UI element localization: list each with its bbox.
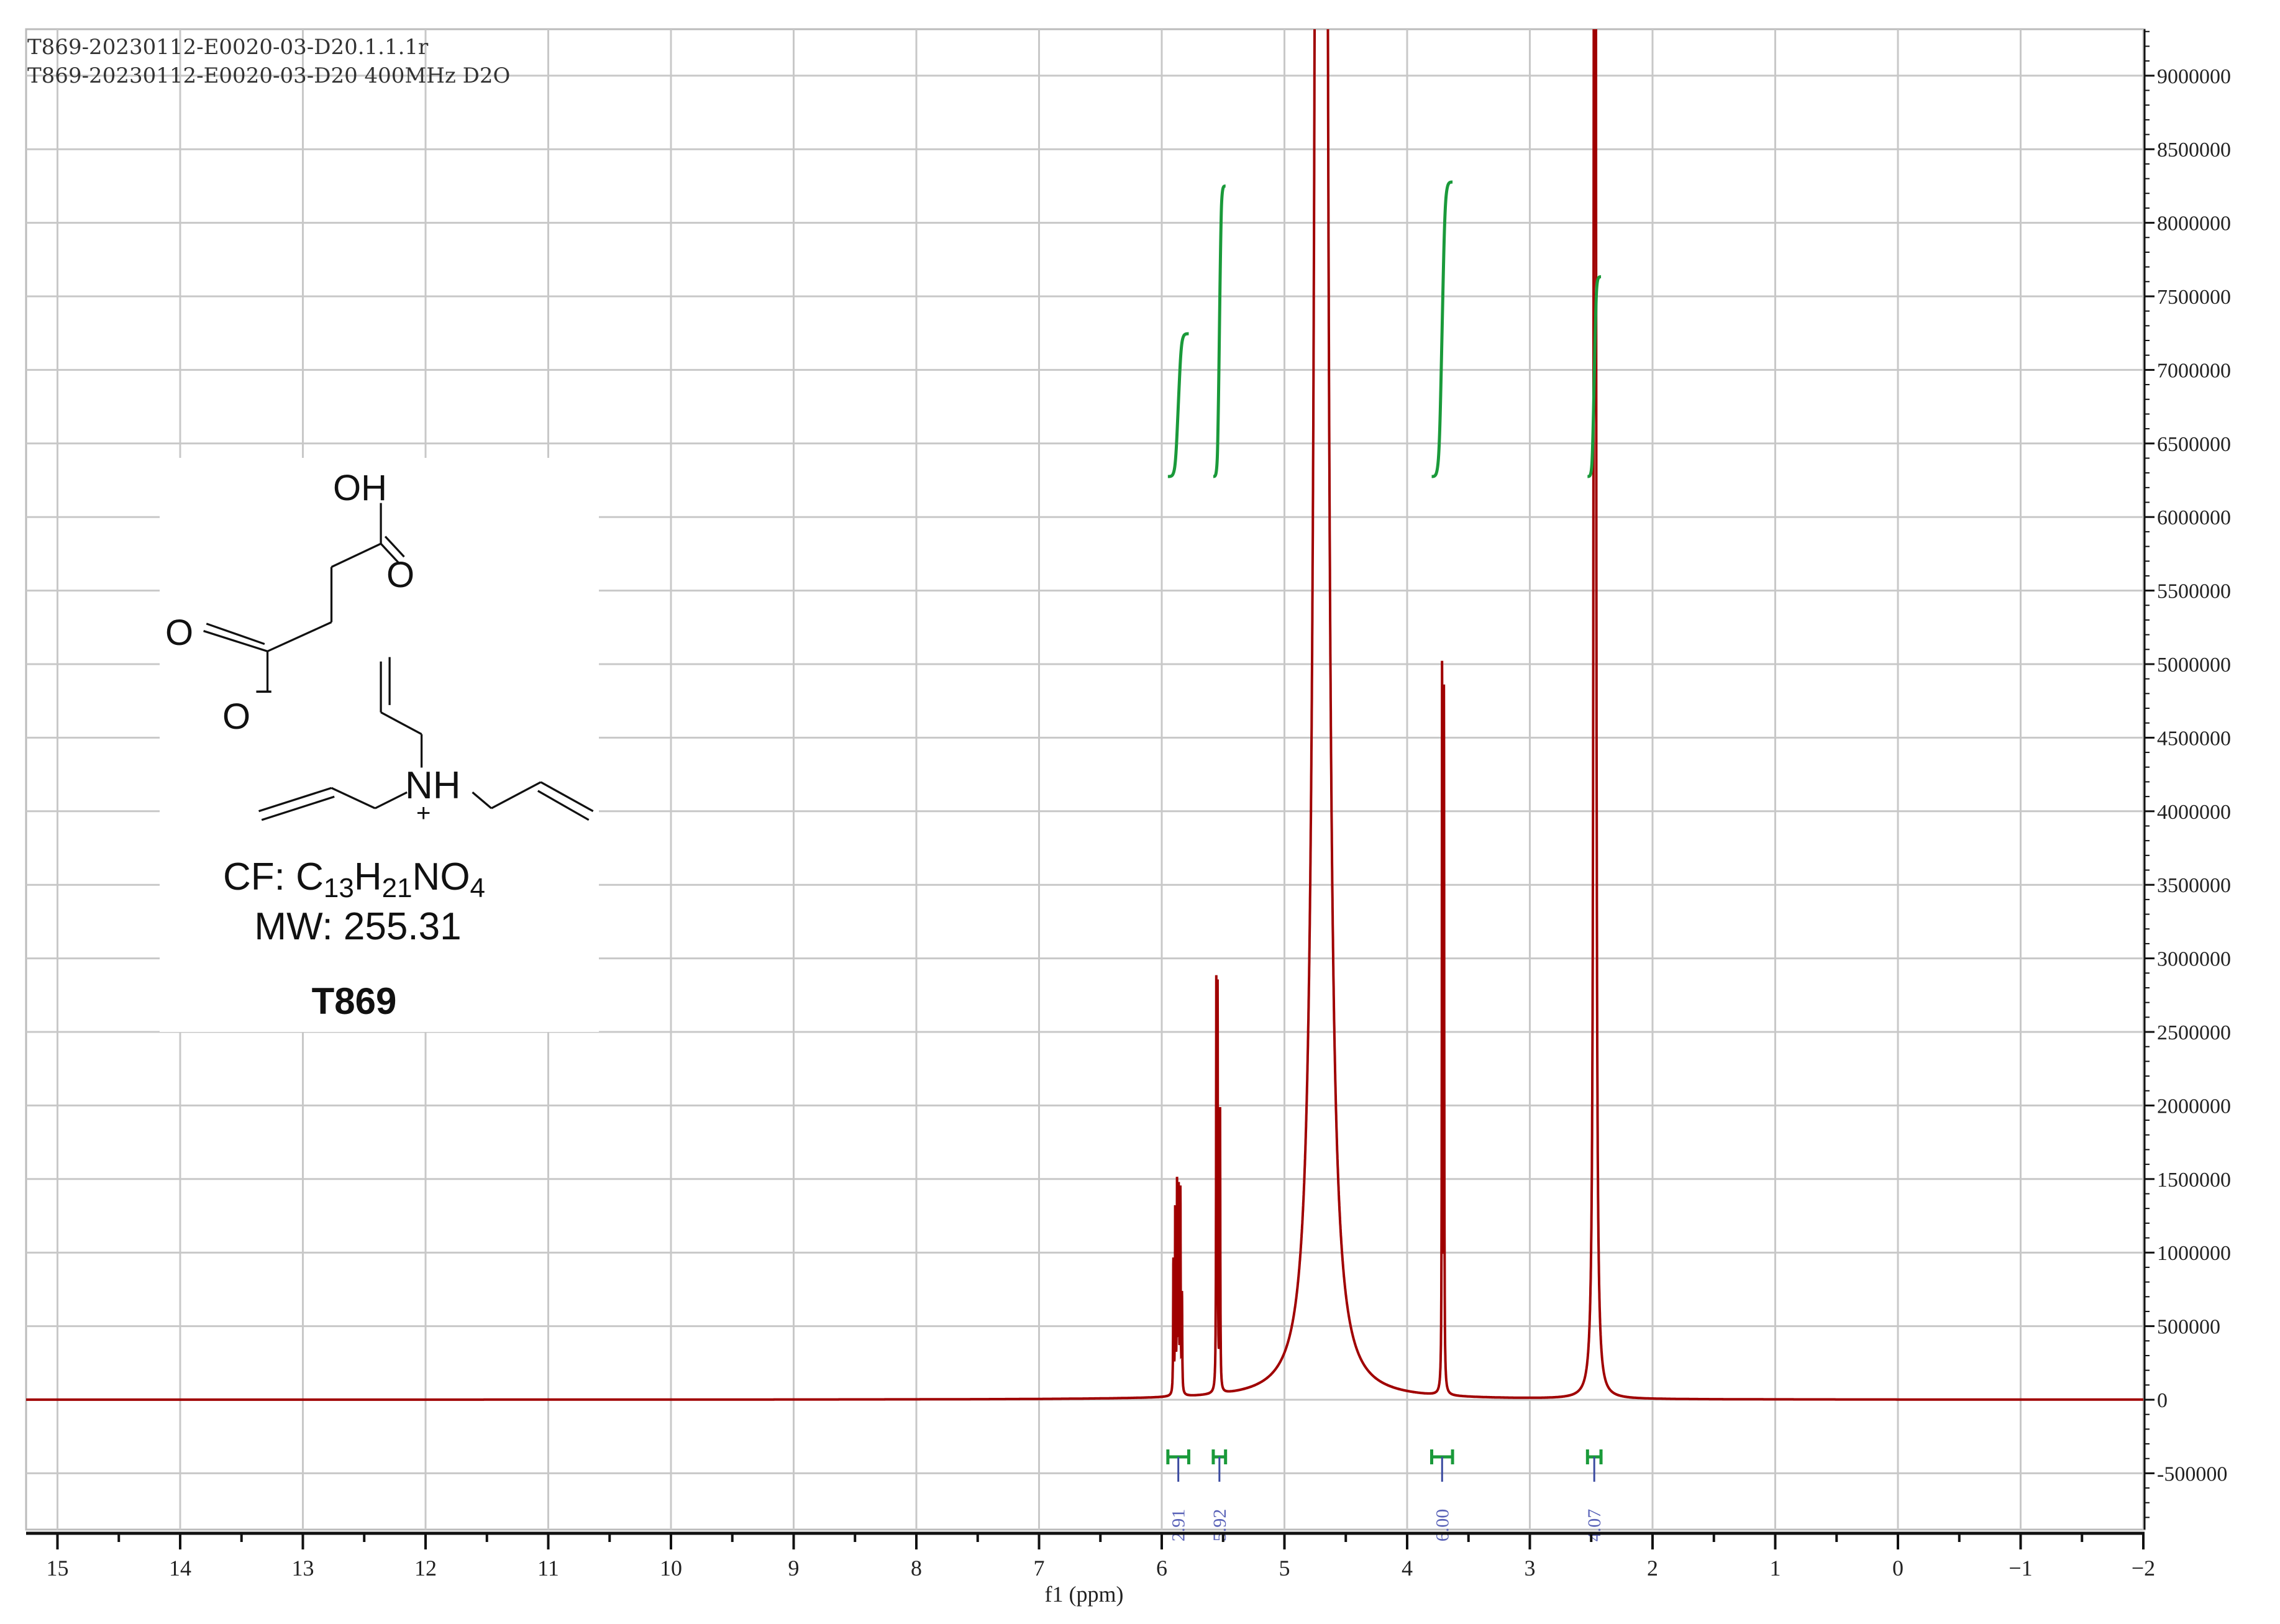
y-tick-label: 4000000 bbox=[2157, 801, 2231, 824]
y-tick-label: 8000000 bbox=[2157, 212, 2231, 235]
x-tick-label: 3 bbox=[1525, 1556, 1536, 1581]
header-line-1: T869-20230112-E0020-03-D20.1.1.1r bbox=[27, 35, 429, 60]
y-tick-label: 3500000 bbox=[2157, 874, 2231, 897]
y-tick-label: 7000000 bbox=[2157, 359, 2231, 382]
x-tick-label: 6 bbox=[1156, 1556, 1167, 1581]
x-tick-label: 15 bbox=[47, 1556, 69, 1581]
compound-id: T869 bbox=[312, 980, 397, 1022]
x-tick-label: 10 bbox=[660, 1556, 682, 1581]
y-tick-label: 2000000 bbox=[2157, 1095, 2231, 1118]
y-tick-label: 7500000 bbox=[2157, 286, 2231, 309]
x-tick-label: 4 bbox=[1402, 1556, 1413, 1581]
y-tick-label: 5500000 bbox=[2157, 580, 2231, 603]
y-tick-label: 9000000 bbox=[2157, 65, 2231, 88]
structure-label-nh: NH bbox=[405, 764, 461, 807]
x-tick-label: −2 bbox=[2132, 1556, 2155, 1581]
y-tick-label: 2500000 bbox=[2157, 1021, 2231, 1044]
y-tick-label: 0 bbox=[2157, 1389, 2168, 1412]
structure-charge-plus: + bbox=[416, 800, 431, 827]
integral-value-label: 6.00 bbox=[1432, 1509, 1452, 1542]
x-tick-label: 5 bbox=[1279, 1556, 1290, 1581]
header-line-2: T869-20230112-E0020-03-D20 400MHz D2O bbox=[27, 63, 510, 88]
structure-label-carboxylate-o: O bbox=[165, 613, 193, 653]
x-tick-label: 1 bbox=[1770, 1556, 1781, 1581]
y-tick-label: 1500000 bbox=[2157, 1169, 2231, 1192]
structure-label-o-minus: O bbox=[222, 696, 250, 737]
y-tick-label: 6000000 bbox=[2157, 506, 2231, 529]
x-tick-label: 13 bbox=[292, 1556, 314, 1581]
x-tick-label: 0 bbox=[1892, 1556, 1904, 1581]
x-tick-label: 14 bbox=[169, 1556, 191, 1581]
nmr-spectrum-chart: OH O O O − NH + CF: C13H21NO4 MW: 255.31… bbox=[25, 28, 2231, 1607]
x-tick-label: 7 bbox=[1034, 1556, 1045, 1581]
x-tick-label: 8 bbox=[911, 1556, 922, 1581]
x-tick-label: 11 bbox=[537, 1556, 559, 1581]
structure-charge-minus: − bbox=[255, 674, 273, 709]
y-tick-label: 500000 bbox=[2157, 1316, 2220, 1339]
y-tick-label: 4500000 bbox=[2157, 727, 2231, 750]
structure-inset: OH O O O − NH + CF: C13H21NO4 MW: 255.31… bbox=[160, 458, 599, 1032]
x-tick-label: 9 bbox=[788, 1556, 800, 1581]
x-tick-label: 2 bbox=[1647, 1556, 1658, 1581]
y-tick-label: 5000000 bbox=[2157, 654, 2231, 677]
structure-label-oh: OH bbox=[333, 468, 387, 508]
integral-value-label: 4.07 bbox=[1584, 1509, 1605, 1542]
y-tick-label: 3000000 bbox=[2157, 948, 2231, 971]
y-tick-label: 6500000 bbox=[2157, 433, 2231, 456]
molecular-formula: CF: C13H21NO4 bbox=[223, 855, 485, 903]
x-axis-label: f1 (ppm) bbox=[1045, 1582, 1124, 1607]
integral-value-label: 2.91 bbox=[1169, 1509, 1189, 1542]
x-tick-label: −1 bbox=[2009, 1556, 2032, 1581]
integral-value-label: 5.92 bbox=[1210, 1509, 1230, 1542]
y-tick-label: 8500000 bbox=[2157, 139, 2231, 162]
molecular-weight: MW: 255.31 bbox=[254, 905, 461, 948]
y-tick-label: 1000000 bbox=[2157, 1242, 2231, 1265]
y-tick-label: -500000 bbox=[2157, 1462, 2227, 1485]
structure-label-carbonyl-o: O bbox=[386, 555, 414, 595]
x-tick-label: 12 bbox=[414, 1556, 437, 1581]
